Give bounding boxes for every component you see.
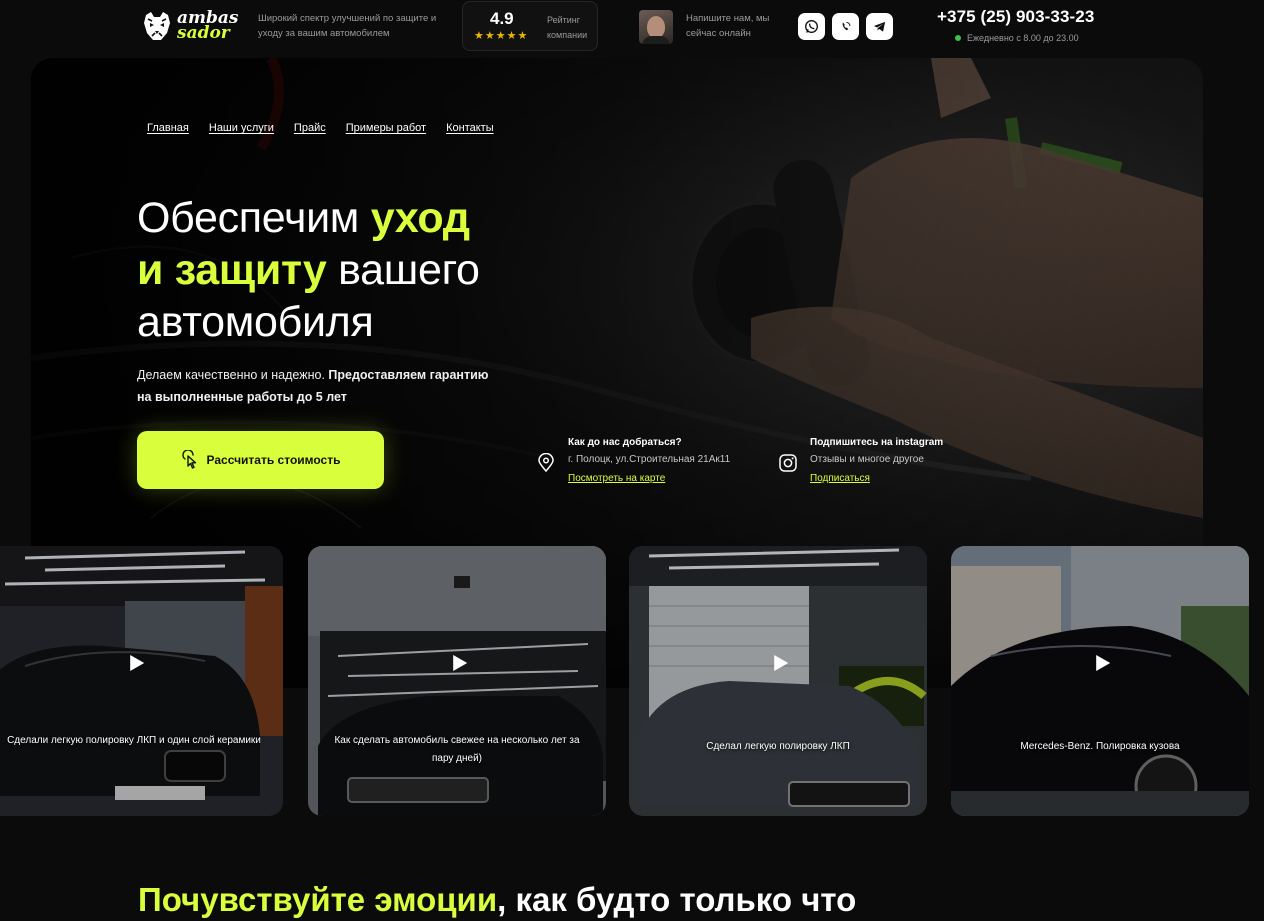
map-pin-icon xyxy=(538,453,554,473)
viber-icon xyxy=(842,21,851,31)
rating-value: 4.9 xyxy=(490,9,514,28)
video-thumbnail xyxy=(0,546,283,816)
online-status-dot xyxy=(955,35,961,41)
working-hours: Ежедневно с 8.00 до 23.00 xyxy=(955,33,1079,43)
top-bar: ambas sador Широкий спектр улучшений по … xyxy=(0,0,1264,56)
calculate-cost-button[interactable]: Рассчитать стоимость xyxy=(137,431,384,489)
star-icon: ★ xyxy=(506,30,517,42)
whatsapp-button[interactable] xyxy=(798,13,825,40)
video-caption: Mercedes-Benz. Полировка кузова xyxy=(1020,741,1180,752)
nav-link-contacts[interactable]: Контакты xyxy=(446,122,494,134)
telegram-button[interactable] xyxy=(866,13,893,40)
main-nav: Главная Наши услуги Прайс Примеры работ … xyxy=(147,122,494,134)
star-icon: ★ xyxy=(474,30,484,42)
video-card[interactable]: Как сделать автомобиль свежее на несколь… xyxy=(308,546,606,816)
video-card[interactable]: Сделали легкую полировку ЛКП и один слой… xyxy=(0,546,283,816)
location-address: г. Полоцк, ул.Строительная 21Ак11 xyxy=(568,454,731,465)
manager-online-text: Напишите нам, мы сейчас онлайн xyxy=(686,13,770,39)
cursor-click-icon xyxy=(181,450,196,469)
video-thumbnail xyxy=(629,546,927,816)
telegram-icon xyxy=(873,21,886,32)
rating-card: 4.9 ★ ★ ★ ★ ★ Рейтинг компании xyxy=(462,1,598,51)
instagram-icon xyxy=(779,454,797,472)
hero-subtitle: Делаем качественно и надежно. Предоставл… xyxy=(137,368,489,404)
location-block: Как до нас добраться? г. Полоцк, ул.Стро… xyxy=(536,436,730,486)
star-icon: ★ xyxy=(495,30,506,42)
instagram-title: Подпишитесь на instagram xyxy=(810,437,944,448)
nav-link-home[interactable]: Главная xyxy=(147,122,189,134)
header-tagline: Широкий спектр улучшений по защите и ухо… xyxy=(258,13,437,39)
logo[interactable]: ambas sador xyxy=(140,6,240,46)
logo-line-2: sador xyxy=(177,23,230,43)
nav-link-price[interactable]: Прайс xyxy=(294,122,326,134)
whatsapp-icon xyxy=(805,20,818,33)
star-icon: ★ xyxy=(517,30,528,42)
video-card[interactable]: Сделал легкую полировку ЛКП xyxy=(629,546,927,816)
rating-stars: ★ ★ ★ ★ ★ xyxy=(474,31,527,42)
video-caption: Сделал легкую полировку ЛКП xyxy=(706,741,850,752)
view-map-link[interactable]: Посмотреть на карте xyxy=(568,473,665,484)
play-icon xyxy=(774,655,789,671)
emotions-heading: Почувствуйте эмоции, как будто только чт… xyxy=(138,881,857,918)
video-caption: Сделали легкую полировку ЛКП и один слой… xyxy=(7,735,261,746)
rating-label: Рейтинг компании xyxy=(547,15,588,40)
video-caption: Как сделать автомобиль свежее на несколь… xyxy=(334,735,580,764)
instagram-block: Подпишитесь на instagram Отзывы и многое… xyxy=(778,436,943,486)
play-icon xyxy=(453,655,468,671)
video-cards: Сделали легкую полировку ЛКП и один слой… xyxy=(0,546,1264,816)
logo-wordmark: ambas sador xyxy=(177,10,238,43)
video-thumbnail xyxy=(308,546,606,816)
video-card[interactable]: Mercedes-Benz. Полировка кузова xyxy=(951,546,1249,816)
manager-avatar xyxy=(639,10,673,44)
star-icon: ★ xyxy=(484,30,495,42)
nav-link-services[interactable]: Наши услуги xyxy=(209,122,274,134)
location-title: Как до нас добраться? xyxy=(568,437,682,448)
subscribe-link[interactable]: Подписаться xyxy=(810,473,870,484)
tiger-logo-icon xyxy=(144,12,170,40)
viber-button[interactable] xyxy=(832,13,859,40)
play-icon xyxy=(130,655,145,671)
video-thumbnail xyxy=(951,546,1249,816)
play-icon xyxy=(1096,655,1111,671)
working-hours-text: Ежедневно с 8.00 до 23.00 xyxy=(967,33,1079,43)
calculate-cost-label: Рассчитать стоимость xyxy=(206,453,341,467)
instagram-text: Отзывы и многое другое xyxy=(810,454,924,465)
hero-title: Обеспечим уход и защиту вашего автомобил… xyxy=(137,194,480,346)
phone-link[interactable]: +375 (25) 903-33-23 xyxy=(937,7,1094,27)
nav-link-works[interactable]: Примеры работ xyxy=(346,122,426,134)
